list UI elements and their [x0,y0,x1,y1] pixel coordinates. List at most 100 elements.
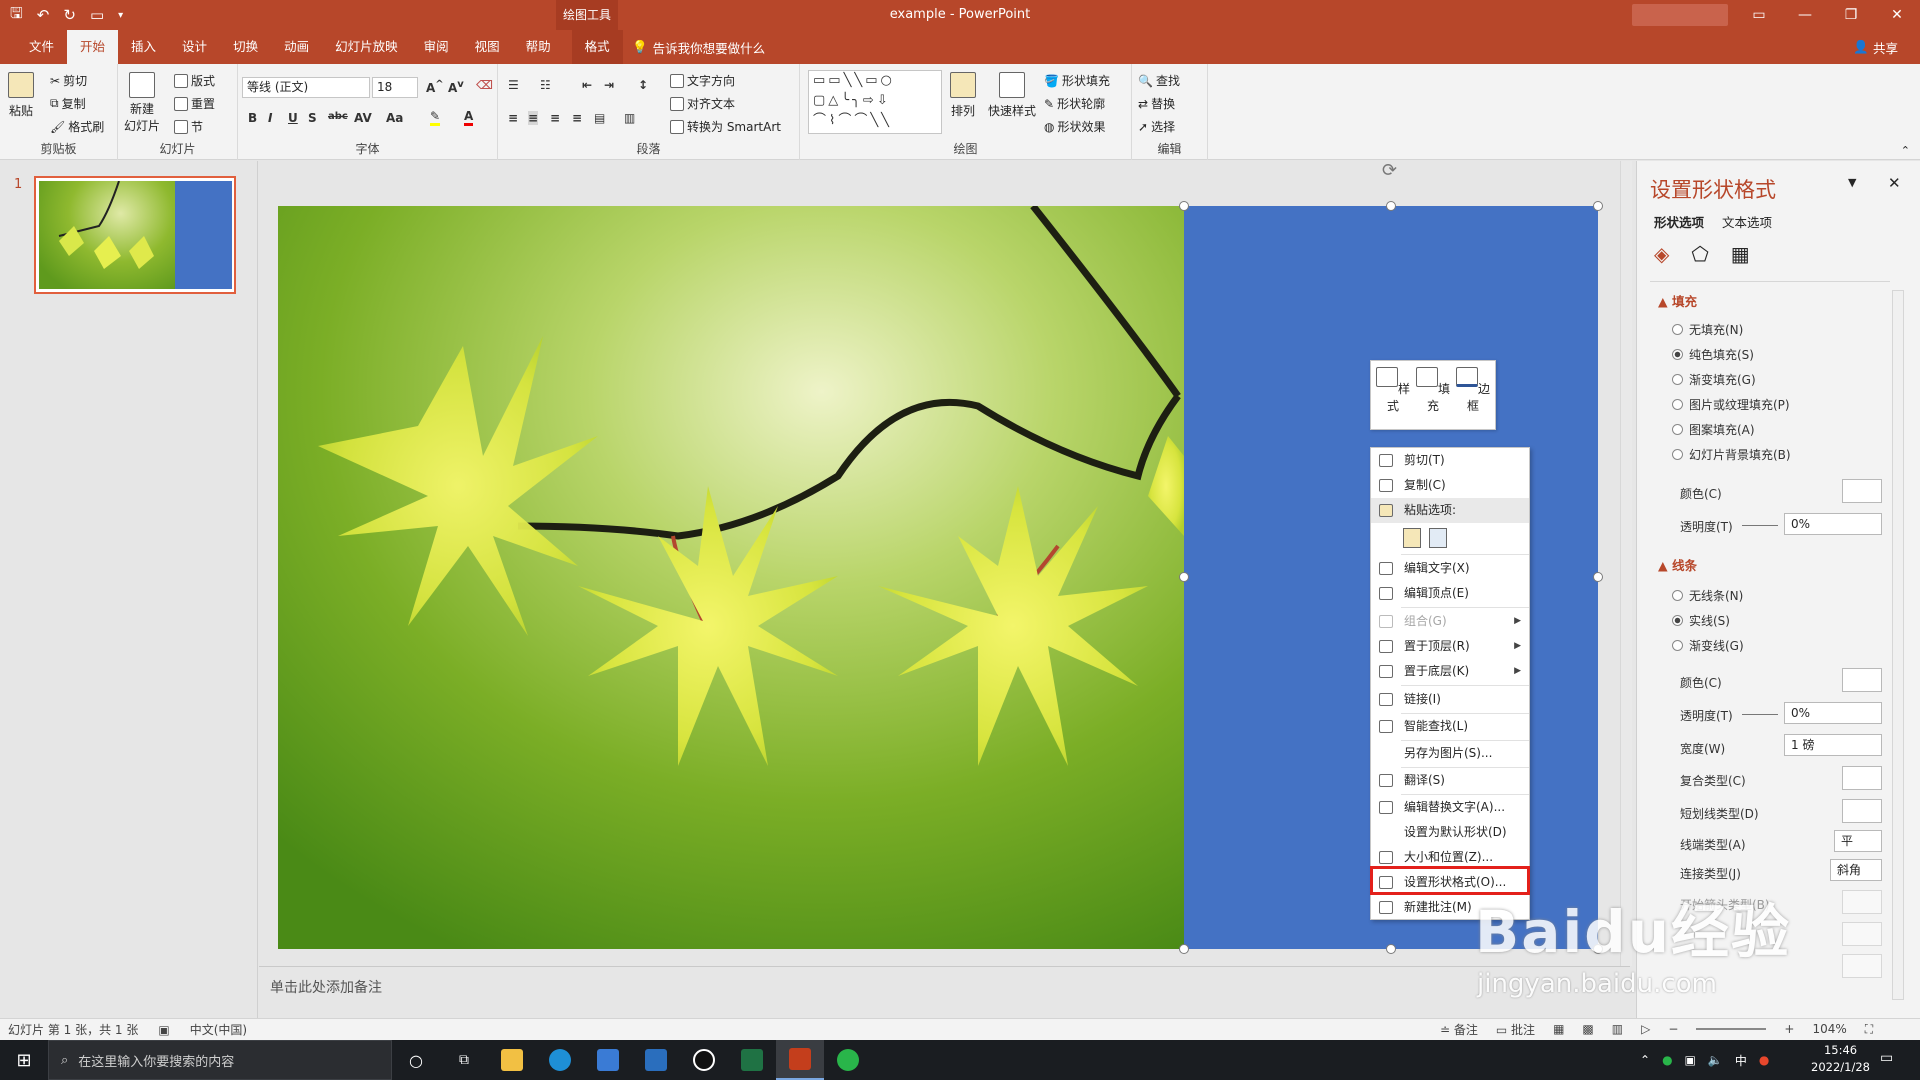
line-option-0[interactable]: 无线条(N) [1672,587,1743,604]
volume-icon[interactable]: 🔈 [1708,1053,1723,1067]
tab-insert[interactable]: 插入 [118,30,169,64]
menu-save-as-picture[interactable]: 另存为图片(S)... [1371,741,1529,766]
bold-icon[interactable]: B [248,111,257,125]
pane-scrollbar[interactable] [1892,290,1904,1000]
fill-line-icon[interactable]: ◈ [1654,242,1669,266]
fill-section-header[interactable]: ▲ 填充 [1658,291,1697,310]
selection-handle-tr[interactable] [1593,201,1603,211]
line-color-picker[interactable] [1842,668,1882,692]
minimize-button[interactable]: — [1782,0,1828,30]
bullets-icon[interactable]: ☰ [508,78,519,92]
paste-picture-icon[interactable] [1429,528,1447,548]
tab-shape-options[interactable]: 形状选项 [1654,212,1704,231]
edge-icon[interactable] [536,1040,584,1080]
arrange-button[interactable]: 排列 [950,72,976,119]
quick-styles-button[interactable]: 快速样式 [988,72,1036,119]
align-center-icon[interactable]: ≡ [528,111,539,125]
selection-handle-bm[interactable] [1386,944,1396,954]
line-section-header[interactable]: ▲ 线条 [1658,555,1697,574]
tab-file[interactable]: 文件 [16,30,67,64]
language-indicator[interactable]: 中文(中国) [190,1021,247,1038]
clock[interactable]: 15:46 2022/1/28 [1811,1042,1870,1076]
line-option-1[interactable]: 实线(S) [1672,612,1730,629]
tab-format[interactable]: 格式 [571,30,623,64]
highlight-color-icon[interactable]: ✎ [430,109,441,126]
zoom-in-icon[interactable]: + [1784,1022,1794,1036]
notes-toggle[interactable]: ≐ 备注 [1440,1021,1478,1038]
justify-icon[interactable]: ≡ [572,111,582,125]
tab-help[interactable]: 帮助 [513,30,564,64]
menu-cut[interactable]: 剪切(T) [1371,448,1529,473]
clear-format-icon[interactable]: ⌫ [476,78,493,92]
fill-option-0[interactable]: 无填充(N) [1672,321,1743,338]
wechat-tray-icon[interactable]: ● [1662,1053,1672,1067]
accessibility-icon[interactable]: ▣ [158,1023,169,1037]
line-option-2[interactable]: 渐变线(G) [1672,637,1744,654]
selection-handle-tm[interactable] [1386,201,1396,211]
tab-design[interactable]: 设计 [169,30,220,64]
fill-option-3[interactable]: 图片或纹理填充(P) [1672,396,1790,413]
columns-icon[interactable]: ▥ [624,111,635,125]
fill-option-5[interactable]: 幻灯片背景填充(B) [1672,446,1791,463]
leaf-photo[interactable] [278,206,1184,949]
new-slide-button[interactable]: 新建 幻灯片 [124,72,160,134]
fill-option-1[interactable]: 纯色填充(S) [1672,346,1754,363]
line-transparency-slider[interactable] [1742,714,1778,715]
comments-toggle[interactable]: ▭ 批注 [1496,1021,1535,1038]
tray-overflow-icon[interactable]: ⌃ [1640,1053,1650,1067]
zoom-slider[interactable] [1696,1028,1767,1030]
line-transparency-input[interactable]: 0% [1784,702,1882,724]
increase-font-icon[interactable]: A^ [426,79,444,95]
shape-fill-button[interactable]: 🪣 形状填充 [1044,72,1110,89]
menu-copy[interactable]: 复制(C) [1371,473,1529,498]
network-icon[interactable]: ▣ [1685,1053,1696,1067]
mini-fill-button[interactable]: 填充 [1415,367,1451,414]
change-case-icon[interactable]: Aa [386,111,403,125]
italic-icon[interactable]: I [268,111,272,125]
dash-type-picker[interactable] [1842,799,1882,823]
normal-view-icon[interactable]: ▦ [1553,1022,1564,1036]
zoom-level[interactable]: 104% [1812,1022,1846,1036]
fit-slide-icon[interactable]: ⛶ [1865,1022,1873,1037]
strikethrough-icon[interactable]: abc [328,111,348,122]
find-button[interactable]: 🔍 查找 [1138,72,1180,89]
mini-border-button[interactable]: 边框 [1455,367,1491,414]
share-button[interactable]: 👤 共享 [1853,30,1898,64]
slide-thumbnail[interactable] [34,176,236,294]
tab-slideshow[interactable]: 幻灯片放映 [322,30,411,64]
decrease-font-icon[interactable]: Av [448,79,464,95]
font-name-combo[interactable]: 等线 (正文) [242,77,370,98]
numbering-icon[interactable]: ☷ [540,78,551,92]
fill-color-picker[interactable] [1842,479,1882,503]
replace-button[interactable]: ⇄ 替换 [1138,95,1175,112]
powerpoint-icon[interactable] [776,1040,824,1080]
start-button[interactable]: ⊞ [0,1040,48,1080]
smartart-button[interactable]: 转换为 SmartArt [670,118,781,135]
vertical-scrollbar[interactable] [1620,161,1632,966]
menu-set-default[interactable]: 设置为默认形状(D) [1371,820,1529,845]
pane-close-icon[interactable]: ✕ [1888,174,1901,192]
menu-edit-alt-text[interactable]: 编辑替换文字(A)... [1371,795,1529,820]
cap-type-select[interactable]: 平 [1834,830,1882,852]
restore-button[interactable]: ❐ [1828,0,1874,30]
mail-icon[interactable] [632,1040,680,1080]
compound-type-picker[interactable] [1842,766,1882,790]
copy-button[interactable]: ⧉ 复制 [50,95,86,112]
task-view-icon[interactable]: ⧉ [440,1040,488,1080]
text-direction-button[interactable]: 文字方向 [670,72,735,89]
decrease-indent-icon[interactable]: ⇤ [582,78,592,92]
file-explorer-icon[interactable] [488,1040,536,1080]
excel-icon[interactable] [728,1040,776,1080]
effects-pentagon-icon[interactable]: ⬠ [1691,242,1708,266]
mini-style-button[interactable]: 样式 [1375,367,1411,414]
notification-icon[interactable]: ▭ [1880,1050,1893,1066]
tell-me-search[interactable]: 💡 告诉我你想要做什么 [632,30,765,64]
store-icon[interactable] [584,1040,632,1080]
menu-bring-front[interactable]: 置于顶层(R) ▶ [1371,634,1529,659]
font-size-combo[interactable]: 18 [372,77,418,98]
slideshow-icon[interactable]: ▷ [1641,1022,1650,1036]
zoom-out-icon[interactable]: − [1668,1022,1678,1036]
cut-button[interactable]: ✂ 剪切 [50,72,87,89]
ribbon-display-icon[interactable]: ▭ [1736,0,1782,30]
tab-view[interactable]: 视图 [462,30,513,64]
